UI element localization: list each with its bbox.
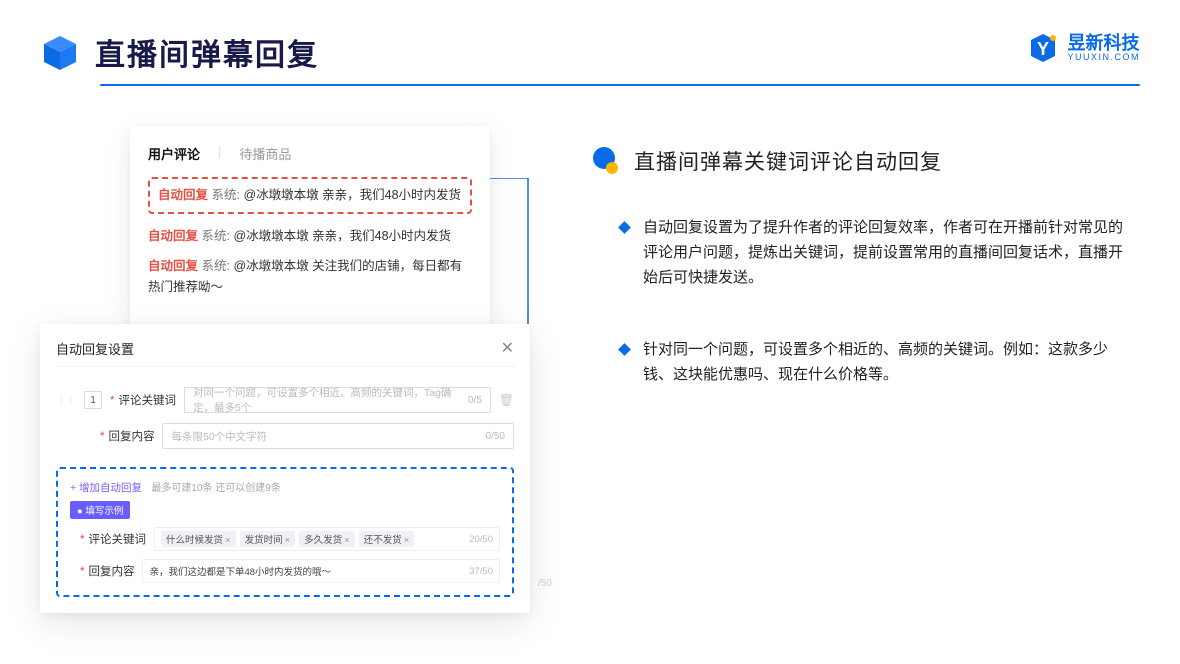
description-panel: 直播间弹幕关键词评论自动回复 自动回复设置为了提升作者的评论回复效率，作者可在开… <box>590 126 1130 606</box>
tabs-row: 用户评论 | 待播商品 <box>148 144 472 163</box>
chip[interactable]: 还不发货× <box>359 531 415 547</box>
page-header: 直播间弹幕回复 Y 昱新科技 YUUXIN.COM <box>0 0 1180 84</box>
comments-panel: 用户评论 | 待播商品 自动回复 系统: @冰墩墩本墩 亲亲，我们48小时内发货… <box>130 126 490 326</box>
system-label: 系统: <box>212 188 240 202</box>
auto-reply-tag: 自动回复 <box>158 188 208 202</box>
brand-sub: YUUXIN.COM <box>1067 52 1140 62</box>
svg-text:Y: Y <box>1037 39 1049 59</box>
tab-pending-goods[interactable]: 待播商品 <box>239 144 291 163</box>
bubble-icon <box>590 146 620 176</box>
content-count: 0/50 <box>486 431 505 442</box>
example-keyword-row: *评论关键词 什么时候发货× 发货时间× 多久发货× 还不发货× 20/50 <box>80 527 500 551</box>
bullet-text: 自动回复设置为了提升作者的评论回复效率，作者可在开播前针对常见的评论用户问题，提… <box>643 216 1130 290</box>
example-content-label: *回复内容 <box>80 563 134 579</box>
keyword-input[interactable]: 对同一个问题，可设置多个相近、高频的关键词，Tag确定，最多5个 0/5 <box>184 387 491 413</box>
brand-name: 昱新科技 <box>1067 34 1140 52</box>
auto-reply-tag: 自动回复 <box>148 229 198 243</box>
bullet-item: 针对同一个问题，可设置多个相近的、高频的关键词。例如：这款多少钱、这块能优惠吗、… <box>620 338 1130 388</box>
content-input[interactable]: 每条限50个中文字符 0/50 <box>162 423 514 449</box>
example-content-input[interactable]: 亲，我们这边都是下单48小时内发货的哦～ 37/50 <box>142 559 500 583</box>
reply-line: 自动回复 系统: @冰墩墩本墩 关注我们的店铺，每日都有热门推荐呦～ <box>148 256 472 299</box>
section-head: 直播间弹幕关键词评论自动回复 <box>590 146 1130 176</box>
system-label: 系统: <box>202 259 230 273</box>
order-number: 1 <box>84 391 102 409</box>
diamond-icon <box>618 221 631 234</box>
screenshot-stack: 用户评论 | 待播商品 自动回复 系统: @冰墩墩本墩 亲亲，我们48小时内发货… <box>40 126 530 606</box>
stray-count: /50 <box>538 578 552 589</box>
example-content-row: *回复内容 亲，我们这边都是下单48小时内发货的哦～ 37/50 <box>80 559 500 583</box>
modal-title: 自动回复设置 <box>56 339 134 358</box>
brand-icon: Y <box>1027 32 1059 64</box>
page-title: 直播间弹幕回复 <box>95 30 319 74</box>
brand-logo: Y 昱新科技 YUUXIN.COM <box>1027 32 1140 64</box>
section-title: 直播间弹幕关键词评论自动回复 <box>634 146 942 176</box>
drag-handle-icon[interactable]: ⋮⋮ <box>56 395 76 406</box>
example-content-count: 37/50 <box>469 566 493 577</box>
keyword-chips[interactable]: 什么时候发货× 发货时间× 多久发货× 还不发货× 20/50 <box>154 527 500 551</box>
tab-separator: | <box>218 144 221 163</box>
add-auto-reply-link[interactable]: + 增加自动回复 <box>70 482 142 494</box>
diamond-icon <box>618 343 631 356</box>
keyword-row: ⋮⋮ 1 *评论关键词 对同一个问题，可设置多个相近、高频的关键词，Tag确定，… <box>56 387 514 413</box>
tab-user-comments[interactable]: 用户评论 <box>148 144 200 163</box>
auto-reply-settings-modal: 自动回复设置 ✕ ⋮⋮ 1 *评论关键词 对同一个问题，可设置多个相近、高频的关… <box>40 324 530 613</box>
keyword-label: *评论关键词 <box>110 392 176 408</box>
example-badge: ● 填写示例 <box>70 501 130 519</box>
content-label: *回复内容 <box>100 428 154 444</box>
keyword-placeholder: 对同一个问题，可设置多个相近、高频的关键词，Tag确定，最多5个 <box>193 385 468 415</box>
example-block: + 增加自动回复 最多可建10条 还可以创建9条 ● 填写示例 *评论关键词 什… <box>56 467 514 597</box>
close-icon[interactable]: ✕ <box>501 338 514 358</box>
reply-line: 自动回复 系统: @冰墩墩本墩 亲亲，我们48小时内发货 <box>158 185 462 206</box>
chip[interactable]: 发货时间× <box>240 531 296 547</box>
reply-text: @冰墩墩本墩 亲亲，我们48小时内发货 <box>233 229 451 243</box>
cube-icon <box>40 32 80 72</box>
reply-text: @冰墩墩本墩 亲亲，我们48小时内发货 <box>243 188 461 202</box>
example-content-value: 亲，我们这边都是下单48小时内发货的哦～ <box>149 564 331 578</box>
bullet-item: 自动回复设置为了提升作者的评论回复效率，作者可在开播前针对常见的评论用户问题，提… <box>620 216 1130 290</box>
trash-icon[interactable]: 🗑 <box>499 393 514 407</box>
reply-line: 自动回复 系统: @冰墩墩本墩 亲亲，我们48小时内发货 <box>148 226 472 247</box>
chips-count: 20/50 <box>469 534 493 545</box>
content-placeholder: 每条限50个中文字符 <box>171 429 267 444</box>
bullet-text: 针对同一个问题，可设置多个相近的、高频的关键词。例如：这款多少钱、这块能优惠吗、… <box>643 338 1130 388</box>
example-keyword-label: *评论关键词 <box>80 531 146 547</box>
add-hint: 最多可建10条 还可以创建9条 <box>151 483 280 494</box>
keyword-count: 0/5 <box>468 395 482 406</box>
highlighted-reply: 自动回复 系统: @冰墩墩本墩 亲亲，我们48小时内发货 <box>148 177 472 214</box>
content-row: *回复内容 每条限50个中文字符 0/50 <box>100 423 514 449</box>
chip[interactable]: 什么时候发货× <box>161 531 236 547</box>
chip[interactable]: 多久发货× <box>299 531 355 547</box>
system-label: 系统: <box>202 229 230 243</box>
auto-reply-tag: 自动回复 <box>148 259 198 273</box>
